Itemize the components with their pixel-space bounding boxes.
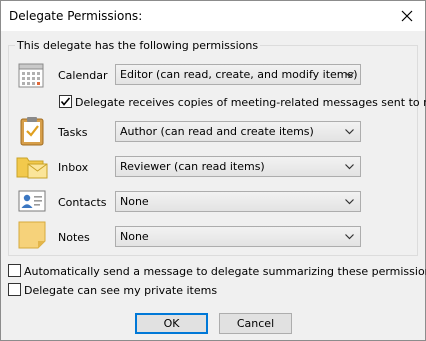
auto-send-summary-label: Automatically send a message to delegate…	[24, 265, 426, 278]
chevron-down-icon	[345, 199, 354, 205]
chevron-down-icon	[345, 234, 354, 240]
tasks-permission-value: Author (can read and create items)	[120, 125, 314, 138]
delegate-permissions-dialog: Delegate Permissions: This delegate has …	[0, 0, 426, 341]
calendar-permission-value: Editor (can read, create, and modify ite…	[120, 68, 358, 81]
inbox-label: Inbox	[58, 161, 89, 174]
inbox-permission-value: Reviewer (can read items)	[120, 160, 265, 173]
private-items-checkbox[interactable]	[8, 283, 21, 296]
cancel-button[interactable]: Cancel	[219, 313, 292, 334]
close-button[interactable]	[389, 1, 425, 31]
contacts-permission-value: None	[120, 195, 149, 208]
checkmark-icon	[60, 97, 71, 106]
inbox-folder-icon	[16, 157, 48, 179]
sticky-note-icon	[18, 221, 46, 249]
notes-permission-select[interactable]: None	[115, 226, 361, 247]
contacts-label: Contacts	[58, 196, 107, 209]
calendar-permission-select[interactable]: Editor (can read, create, and modify ite…	[115, 64, 361, 85]
notes-label: Notes	[58, 231, 90, 244]
inbox-permission-select[interactable]: Reviewer (can read items)	[115, 156, 361, 177]
clipboard-icon	[20, 117, 44, 146]
chevron-down-icon	[345, 129, 354, 135]
contacts-permission-select[interactable]: None	[115, 191, 361, 212]
chevron-down-icon	[345, 72, 354, 78]
close-icon	[401, 10, 413, 22]
contact-card-icon	[18, 190, 46, 212]
tasks-permission-select[interactable]: Author (can read and create items)	[115, 121, 361, 142]
auto-send-summary-checkbox[interactable]	[8, 264, 21, 277]
meeting-copies-label: Delegate receives copies of meeting-rela…	[75, 96, 426, 109]
dialog-title: Delegate Permissions:	[9, 9, 143, 23]
calendar-icon	[18, 63, 44, 88]
ok-button[interactable]: OK	[135, 313, 208, 334]
meeting-copies-checkbox[interactable]	[59, 95, 72, 108]
tasks-label: Tasks	[58, 126, 88, 139]
title-bar: Delegate Permissions:	[1, 1, 425, 31]
calendar-label: Calendar	[58, 69, 108, 82]
notes-permission-value: None	[120, 230, 149, 243]
permissions-group-legend: This delegate has the following permissi…	[15, 39, 261, 52]
chevron-down-icon	[345, 164, 354, 170]
private-items-label: Delegate can see my private items	[24, 284, 218, 297]
